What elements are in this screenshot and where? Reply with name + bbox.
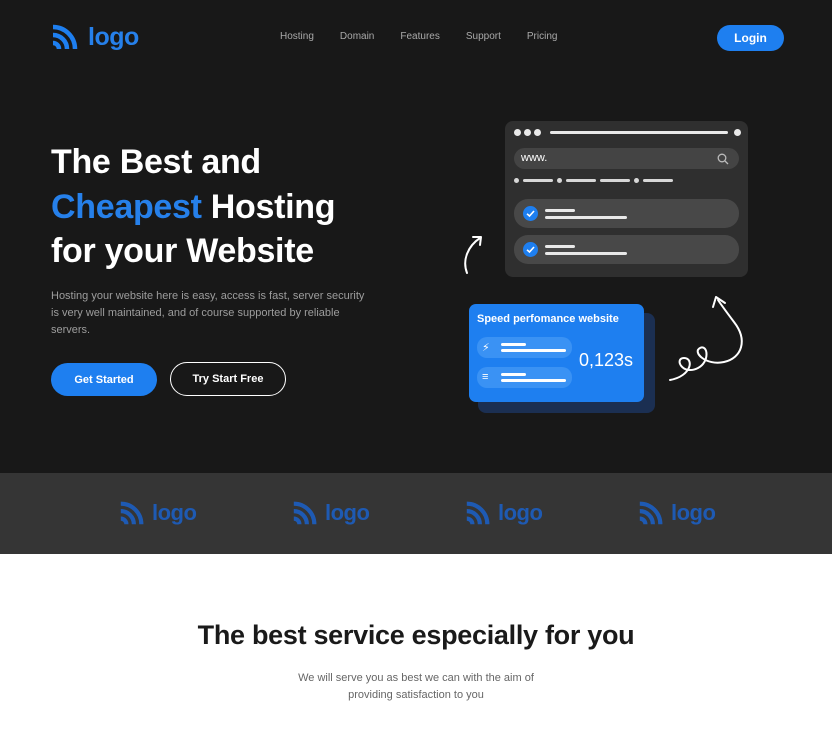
fast-forward-icon: ≡ — [482, 371, 489, 383]
menu-bar — [643, 179, 673, 182]
signal-arcs-icon — [52, 24, 78, 50]
speed-card-title: Speed perfomance website — [477, 313, 619, 325]
placeholder-line — [501, 349, 566, 352]
partner-logo-text: logo — [325, 500, 370, 525]
logo-text: logo — [88, 22, 139, 51]
placeholder-line — [501, 379, 566, 382]
partner-logo: logo — [464, 499, 543, 527]
menu-placeholder — [514, 178, 677, 183]
get-started-button[interactable]: Get Started — [51, 363, 157, 396]
curved-arrow-icon — [464, 236, 482, 274]
speed-value: 0,123s — [579, 350, 634, 370]
menu-dot — [514, 178, 519, 183]
nav-link-features[interactable]: Features — [400, 31, 439, 42]
placeholder-line — [545, 216, 627, 219]
placeholder-line — [501, 373, 526, 376]
nav-link-hosting[interactable]: Hosting — [280, 31, 314, 42]
placeholder-line — [501, 343, 526, 346]
menu-dot — [634, 178, 639, 183]
window-dot — [524, 129, 531, 136]
hero-description: Hosting your website here is easy, acces… — [51, 290, 365, 336]
partner-logo: logo — [291, 499, 370, 527]
menu-bar — [523, 179, 553, 182]
browser-mockup: www. — [505, 121, 748, 277]
partner-logo-text: logo — [671, 500, 716, 525]
menu-bar — [600, 179, 630, 182]
hero-section: logo Hosting Domain Features Support Pri… — [0, 0, 832, 473]
window-dot — [734, 129, 741, 136]
partner-logo-text: logo — [152, 500, 197, 525]
hero-title-line3: for your Website — [51, 232, 314, 270]
brand-logo[interactable]: logo — [50, 22, 139, 52]
signal-arcs-icon — [466, 501, 490, 525]
placeholder-line — [545, 252, 627, 255]
list-item — [514, 235, 739, 264]
partner-logos-strip: logo logo logo logo — [0, 473, 832, 554]
placeholder-line — [545, 245, 575, 248]
url-bar: www. — [514, 148, 739, 169]
hero-title-accent: Cheapest — [51, 187, 202, 226]
list-item — [514, 199, 739, 228]
nav-link-support[interactable]: Support — [466, 31, 501, 42]
placeholder-line — [545, 209, 575, 212]
hero-title-line1: The Best and — [51, 143, 261, 181]
window-dots — [514, 129, 541, 136]
partner-logo: logo — [118, 499, 197, 527]
hero-title-line2: Hosting — [201, 187, 336, 226]
window-dot — [514, 129, 521, 136]
title-bar-line — [550, 131, 728, 134]
speed-card: Speed perfomance website ⚡ ≡ 0,123s — [469, 304, 644, 402]
menu-bar — [566, 179, 596, 182]
hero-title: The Best and Cheapest Hosting for your W… — [51, 140, 336, 274]
speed-row: ⚡ — [477, 337, 572, 358]
main-nav: Hosting Domain Features Support Pricing — [280, 31, 583, 42]
partner-logo: logo — [637, 499, 716, 527]
services-subtitle: We will serve you as best we can with th… — [298, 672, 534, 701]
nav-link-pricing[interactable]: Pricing — [527, 31, 558, 42]
url-text: www. — [521, 152, 548, 164]
menu-dot — [557, 178, 562, 183]
check-icon — [523, 206, 538, 221]
try-start-free-button[interactable]: Try Start Free — [170, 362, 286, 396]
services-title: The best service especially for you — [197, 620, 635, 650]
check-icon — [523, 242, 538, 257]
window-dot — [534, 129, 541, 136]
search-icon — [717, 153, 729, 165]
squiggle-arrow-icon — [669, 296, 743, 381]
signal-arcs-icon — [293, 501, 317, 525]
speed-row: ≡ — [477, 367, 572, 388]
nav-link-domain[interactable]: Domain — [340, 31, 374, 42]
lightning-icon: ⚡ — [482, 342, 490, 354]
login-button[interactable]: Login — [717, 25, 784, 51]
signal-arcs-icon — [639, 501, 663, 525]
partner-logo-text: logo — [498, 500, 543, 525]
signal-arcs-icon — [120, 501, 144, 525]
